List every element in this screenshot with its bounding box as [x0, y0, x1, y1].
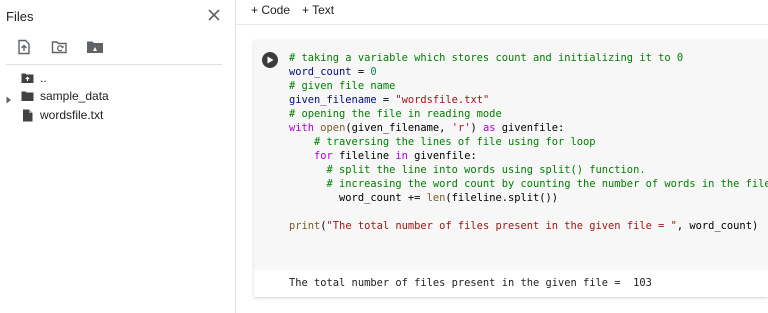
code-token-plain: (given_filename, — [345, 122, 452, 134]
code-token-comment: # split the line into words using split(… — [289, 164, 646, 176]
code-token-plain: = — [376, 94, 396, 106]
code-token-kwctrl: as — [482, 122, 496, 134]
sidebar-title: Files — [6, 9, 34, 24]
colab-window: Files .. sample_data wordsfile.txt + Cod… — [0, 0, 768, 313]
code-token-builtin: open — [320, 122, 346, 134]
code-token-plain: fileline — [332, 150, 396, 162]
notebook-area: + Code + Text # taking a variable which … — [236, 0, 768, 313]
code-token-plain: ) — [470, 122, 483, 134]
add-text-cell-button[interactable]: + Text — [302, 3, 334, 17]
add-code-cell-button[interactable]: + Code — [251, 3, 290, 17]
code-token-string: "wordsfile.txt" — [395, 94, 490, 106]
code-line: word_count += len(fileline.split()) — [289, 191, 768, 205]
code-cell[interactable]: # taking a variable which stores count a… — [254, 40, 768, 297]
code-token-plain: givenfile: — [407, 150, 477, 162]
file-tree-item-label: wordsfile.txt — [40, 108, 104, 122]
file-tree-item-label: sample_data — [40, 89, 109, 103]
file-tree-item-label: .. — [40, 71, 47, 85]
code-token-builtin: len — [426, 192, 446, 204]
code-line: given_filename = "wordsfile.txt" — [289, 93, 768, 107]
code-line: word_count = 0 — [289, 65, 768, 79]
file-tree-item-sample-data[interactable]: sample_data — [0, 88, 230, 106]
code-token-comment: # increasing the word count by counting … — [289, 178, 768, 190]
code-line: # traversing the lines of file using for… — [289, 135, 768, 149]
parent-folder-icon — [21, 72, 34, 84]
output-text: The total number of files present in the… — [289, 277, 652, 289]
refresh-folder-icon[interactable] — [51, 39, 67, 55]
close-icon[interactable] — [205, 6, 223, 24]
code-token-var: given_filename — [289, 94, 377, 106]
code-token-var: word_count — [289, 66, 352, 78]
code-token-comment: # opening the file in reading mode — [289, 108, 502, 120]
code-token-plain: , word_count) — [676, 220, 759, 232]
sidebar-divider — [6, 64, 222, 65]
upload-file-icon[interactable] — [16, 39, 32, 55]
code-line: # opening the file in reading mode — [289, 107, 768, 121]
code-line: with open(given_filename, 'r') as givenf… — [289, 121, 768, 135]
code-line: for fileline in givenfile: — [289, 149, 768, 163]
code-token-string: "The total number of files present in th… — [326, 220, 677, 232]
code-token-plain: (fileline.split()) — [445, 192, 559, 204]
code-editor[interactable]: # taking a variable which stores count a… — [289, 51, 768, 233]
code-token-builtin: print — [289, 220, 321, 232]
code-token-plain: word_count += — [289, 192, 427, 204]
file-icon — [21, 109, 34, 122]
mount-drive-icon[interactable] — [86, 39, 103, 55]
code-token-plain: givenfile: — [495, 122, 565, 134]
code-token-string: 'r' — [451, 122, 471, 134]
file-tree-item-wordsfile[interactable]: wordsfile.txt — [0, 107, 230, 125]
code-token-kwctrl: with — [289, 122, 315, 134]
notebook-toolbar: + Code + Text — [236, 0, 768, 25]
code-token-comment: # given file name — [289, 80, 396, 92]
code-token-plain: = — [351, 66, 371, 78]
code-token-kwctrl: in — [395, 150, 408, 162]
code-token-comment: # traversing the lines of file using for… — [289, 136, 596, 148]
run-cell-button[interactable] — [262, 52, 278, 68]
code-token-kwctrl: for — [314, 150, 333, 162]
code-token-number: 0 — [370, 66, 377, 78]
code-line: # increasing the word count by counting … — [289, 177, 768, 191]
expand-arrow-icon[interactable] — [6, 93, 12, 104]
code-line: # split the line into words using split(… — [289, 163, 768, 177]
folder-icon — [21, 90, 34, 102]
cell-output: The total number of files present in the… — [254, 270, 768, 297]
play-icon — [267, 56, 274, 64]
files-sidebar: Files .. sample_data wordsfile.txt — [0, 0, 236, 313]
file-tree-item-parent[interactable]: .. — [0, 70, 230, 88]
code-line: print("The total number of files present… — [289, 219, 768, 233]
code-line: # given file name — [289, 79, 768, 93]
code-line: # taking a variable which stores count a… — [289, 51, 768, 65]
code-token-comment: # taking a variable which stores count a… — [289, 52, 684, 64]
